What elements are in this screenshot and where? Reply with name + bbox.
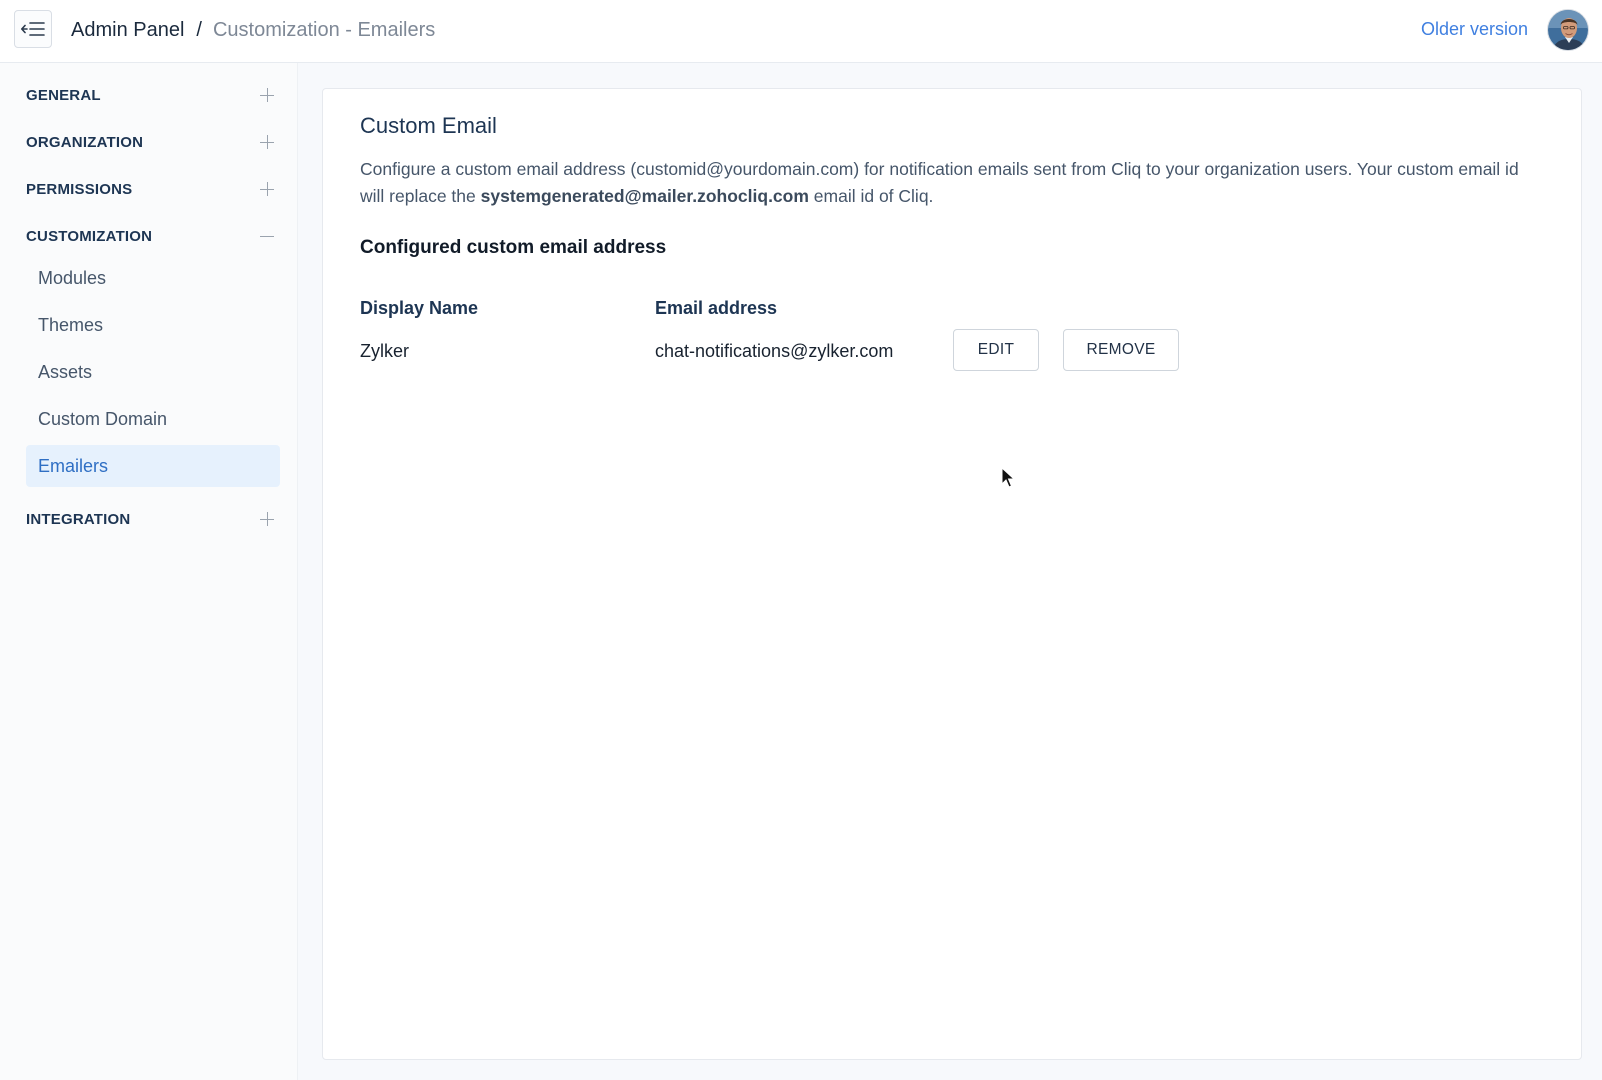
plus-icon — [260, 512, 274, 526]
top-header: Admin Panel / Customization - Emailers Old… — [0, 0, 1602, 63]
description: Configure a custom email address (custom… — [360, 156, 1540, 210]
plus-icon — [260, 88, 274, 102]
sidebar-section-label: CUSTOMIZATION — [26, 227, 153, 245]
plus-icon — [260, 135, 274, 149]
custom-email-card: Custom Email Configure a custom email ad… — [322, 88, 1582, 1060]
section-heading: Configured custom email address — [360, 237, 667, 258]
page-title: Custom Email — [360, 113, 497, 138]
description-text-end: email id of Cliq. — [808, 186, 934, 206]
remove-button[interactable]: REMOVE — [1063, 329, 1179, 371]
sidebar-section-general[interactable]: GENERAL — [26, 80, 280, 110]
avatar[interactable] — [1547, 9, 1589, 51]
sidebar-section-customization[interactable]: CUSTOMIZATION — [26, 221, 280, 251]
sidebar: GENERAL ORGANIZATION PERMISSIONS CUSTOMI… — [0, 63, 298, 1080]
sidebar-section-integration[interactable]: INTEGRATION — [26, 504, 280, 534]
sidebar-section-label: INTEGRATION — [26, 510, 131, 528]
sidebar-section-label: PERMISSIONS — [26, 180, 133, 198]
column-header-display-name: Display Name — [360, 298, 479, 318]
breadcrumb-root[interactable]: Admin Panel — [71, 19, 184, 41]
breadcrumb: Admin Panel / Customization - Emailers — [71, 17, 435, 43]
sidebar-item-themes[interactable]: Themes — [26, 304, 280, 346]
collapse-menu-icon — [21, 22, 45, 36]
sidebar-item-emailers[interactable]: Emailers — [26, 445, 280, 487]
older-version-link[interactable]: Older version — [1421, 19, 1528, 40]
sidebar-section-organization[interactable]: ORGANIZATION — [26, 127, 280, 157]
minus-icon — [260, 229, 274, 243]
sidebar-item-assets[interactable]: Assets — [26, 351, 280, 393]
plus-icon — [260, 182, 274, 196]
display-name-value: Zylker — [360, 341, 409, 361]
breadcrumb-current: Customization - Emailers — [212, 19, 436, 41]
sidebar-section-permissions[interactable]: PERMISSIONS — [26, 174, 280, 204]
user-avatar-icon — [1548, 10, 1588, 50]
email-address-value: chat-notifications@zylker.com — [655, 341, 894, 361]
mouse-cursor-icon — [1001, 467, 1015, 488]
breadcrumb-separator: / — [196, 19, 202, 41]
system-email-address: systemgenerated@mailer.zohocliq.com — [480, 186, 809, 206]
sidebar-section-label: GENERAL — [26, 86, 101, 104]
sidebar-item-modules[interactable]: Modules — [26, 257, 280, 299]
edit-button[interactable]: EDIT — [953, 329, 1039, 371]
column-header-email: Email address — [655, 298, 778, 318]
collapse-sidebar-button[interactable] — [14, 10, 52, 48]
sidebar-section-label: ORGANIZATION — [26, 133, 144, 151]
sidebar-item-custom-domain[interactable]: Custom Domain — [26, 398, 280, 440]
